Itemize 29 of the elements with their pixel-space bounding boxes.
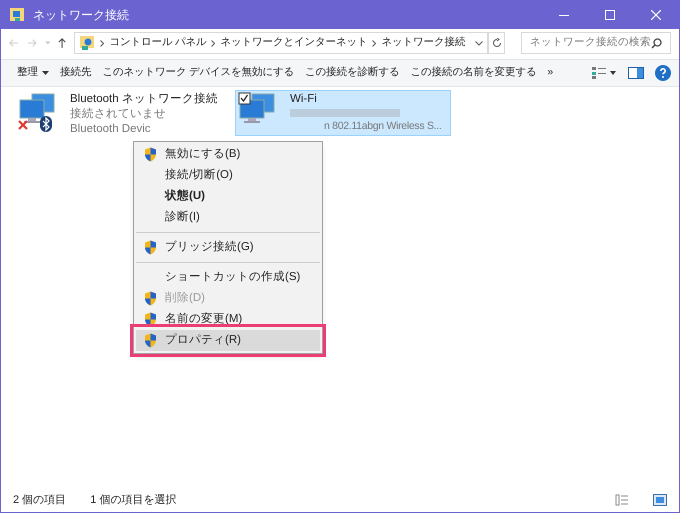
search-field[interactable]: ネットワーク接続の検索 (521, 32, 672, 54)
connection-status: 接続されていませ (70, 107, 167, 122)
menu-item[interactable]: 無効にする(B) (136, 144, 320, 165)
device-name: n 802.11abgn Wireless S... (323, 119, 442, 134)
menu-item[interactable]: 名前の変更(M) (136, 309, 320, 330)
menu-item[interactable]: 接続/切断(O) (136, 165, 320, 186)
breadcrumb[interactable]: ネットワーク接続 (381, 35, 466, 51)
toolbar-button[interactable]: 接続先 (60, 65, 92, 81)
status-text: 1 個の項目を選択 (90, 492, 176, 508)
connection-name: Wi-Fi (290, 92, 318, 107)
device-name: Bluetooth Devic (70, 122, 152, 137)
connection-item[interactable]: Bluetooth ネットワーク接続 接続されていませ Bluetooth Devic (15, 90, 231, 136)
toolbar-button[interactable]: この接続を診断する (304, 65, 400, 81)
menu-item[interactable]: ブリッジ接続(G) (136, 237, 320, 258)
toolbar-button[interactable]: » (547, 65, 553, 81)
connection-item[interactable]: Wi-Fi n 802.11abgn Wireless S... (235, 90, 451, 136)
toolbar-button[interactable]: この接続の名前を変更する (410, 65, 536, 81)
status-text: 2 個の項目 (13, 492, 66, 508)
connection-name: Bluetooth ネットワーク接続 (70, 92, 218, 107)
menu-item[interactable]: ショートカットの作成(S) (136, 267, 320, 288)
breadcrumb[interactable]: ネットワークとインターネット (220, 35, 368, 51)
menu-item[interactable]: 状態(U) (136, 186, 320, 207)
toolbar-button[interactable]: 整理 (17, 65, 49, 81)
breadcrumb[interactable]: コントロール パネル (109, 35, 206, 51)
menu-item[interactable]: 診断(I) (136, 207, 320, 228)
address-bar[interactable]: コントロール パネル ネットワークとインターネット ネットワーク接続 (74, 32, 488, 54)
toolbar-button[interactable]: このネットワーク デバイスを無効にする (102, 65, 294, 81)
window-title: ネットワーク接続 (33, 7, 130, 24)
menu-item[interactable]: プロパティ(R) (136, 330, 320, 351)
